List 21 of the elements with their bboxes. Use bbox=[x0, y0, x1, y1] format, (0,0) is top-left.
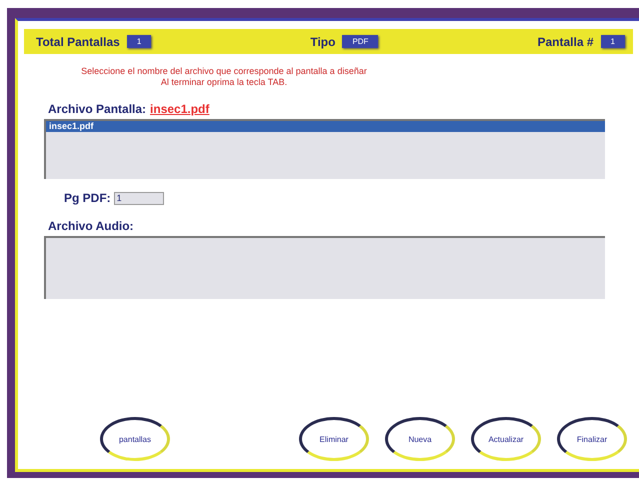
action-button[interactable]: Nueva bbox=[385, 417, 455, 461]
audio-list[interactable] bbox=[44, 236, 605, 299]
action-button[interactable]: Actualizar bbox=[471, 417, 541, 461]
instruction-text: Seleccione el nombre del archivo que corresponde al pantalla a diseñar bbox=[80, 66, 368, 77]
instruction-text: Al terminar oprima la tecla TAB. bbox=[160, 77, 288, 88]
file-list-item[interactable]: insec1.pdf bbox=[46, 121, 605, 132]
screen-file-name: insec1.pdf bbox=[150, 102, 210, 116]
pantallas-button[interactable]: pantallas bbox=[100, 417, 170, 461]
screen-file-label: Archivo Pantalla: bbox=[48, 102, 146, 116]
total-value: 1 bbox=[126, 35, 152, 48]
pg-pdf-field[interactable]: 1 bbox=[114, 192, 164, 204]
screen-label: Pantalla # bbox=[538, 34, 594, 48]
type-label: Tipo bbox=[310, 34, 336, 48]
pg-pdf-label: Pg PDF: bbox=[64, 191, 111, 205]
file-list[interactable]: insec1.pdf bbox=[44, 119, 605, 179]
total-label: Total Pantallas bbox=[36, 34, 120, 48]
screen-value: 1 bbox=[600, 35, 625, 48]
audio-file-label: Archivo Audio: bbox=[48, 219, 134, 233]
action-button[interactable]: Finalizar bbox=[557, 417, 627, 461]
action-button[interactable]: Eliminar bbox=[299, 417, 369, 461]
type-value: PDF bbox=[342, 35, 378, 48]
